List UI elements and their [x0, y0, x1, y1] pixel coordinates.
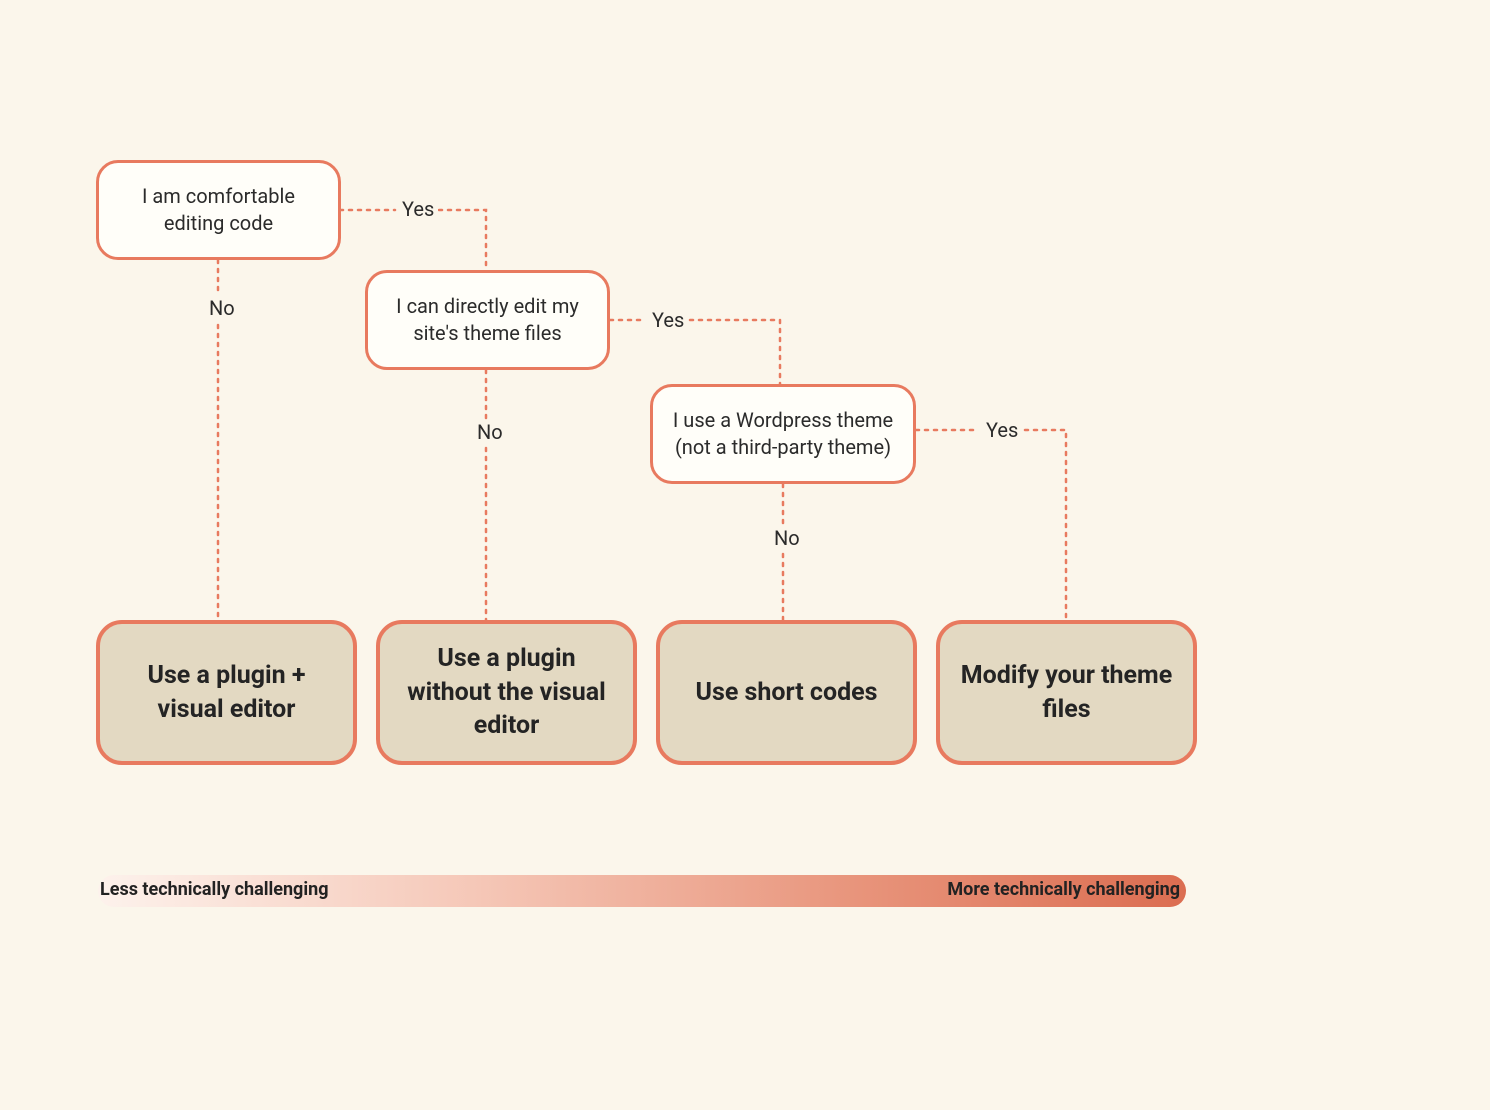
question-comfortable-editing-code: I am comfortable editing code [96, 160, 341, 260]
outcome-text: Use a plugin + visual editor [118, 659, 335, 727]
answer-yes-q2: Yes [648, 308, 688, 332]
outcome-text: Modify your theme files [958, 659, 1175, 727]
outcome-plugin-visual-editor: Use a plugin + visual editor [96, 620, 357, 765]
answer-yes-q1: Yes [398, 197, 438, 221]
difficulty-label-left: Less technically challenging [100, 879, 328, 900]
outcome-text: Use a plugin without the visual editor [398, 642, 615, 743]
question-text: I can directly edit my site's theme file… [386, 293, 589, 347]
question-use-wordpress-theme: I use a Wordpress theme (not a third-par… [650, 384, 916, 484]
answer-no-q2: No [473, 420, 507, 444]
question-edit-theme-files: I can directly edit my site's theme file… [365, 270, 610, 370]
outcome-plugin-no-visual-editor: Use a plugin without the visual editor [376, 620, 637, 765]
flowchart-canvas: I am comfortable editing code Yes No I c… [0, 0, 1490, 1110]
answer-no-q3: No [770, 526, 804, 550]
outcome-short-codes: Use short codes [656, 620, 917, 765]
answer-no-q1: No [205, 296, 239, 320]
question-text: I am comfortable editing code [117, 183, 320, 237]
outcome-text: Use short codes [696, 676, 878, 710]
outcome-modify-theme-files: Modify your theme files [936, 620, 1197, 765]
answer-yes-q3: Yes [982, 418, 1022, 442]
difficulty-label-right: More technically challenging [947, 879, 1180, 900]
question-text: I use a Wordpress theme (not a third-par… [671, 407, 895, 461]
